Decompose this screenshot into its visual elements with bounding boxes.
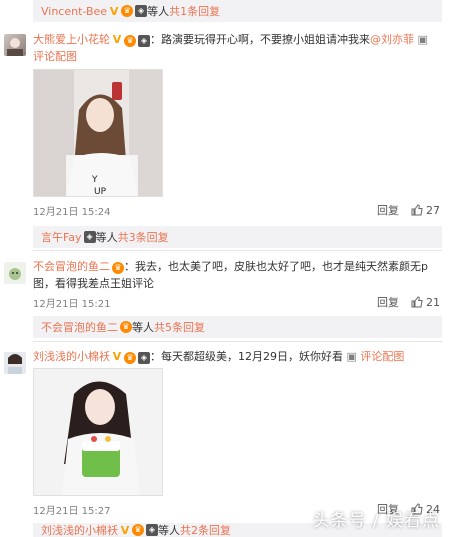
thumbs-up-icon — [411, 204, 423, 216]
verified-v-icon: V — [109, 4, 119, 18]
level-icon: ◈ — [138, 35, 150, 47]
verified-v-icon: V — [112, 33, 122, 46]
reply-button[interactable]: 回复 — [377, 294, 399, 310]
svg-text:UP: UP — [94, 187, 107, 197]
girl-cake-photo-image — [34, 369, 162, 495]
comment-photo[interactable]: Y UP — [33, 69, 163, 197]
comment-body: 大熊爱上小花轮 V ♛ ◈ ：路演要玩得开心啊，不要撩小姐姐请冲我来@刘亦菲 ▣ 评论配… — [33, 31, 438, 65]
divider — [33, 250, 442, 251]
reply-count-link[interactable]: 共5条回复 — [154, 319, 205, 335]
member-icon: ♛ — [120, 321, 132, 333]
comment-user-link[interactable]: 大熊爱上小花轮 — [33, 33, 110, 46]
reply-suffix: 等人 — [147, 5, 170, 18]
reply-summary-bar: 不会冒泡的鱼二 ♛ 等人 共5条回复 — [33, 316, 442, 338]
reply-user-link[interactable]: Vincent-Bee — [41, 5, 107, 18]
member-icon: ♛ — [124, 352, 136, 364]
reply-user-link[interactable]: 言午Fay — [41, 229, 82, 245]
avatar[interactable] — [4, 262, 26, 284]
comment-text: ：每天都超级美，12月29日，妖你好看 — [150, 350, 343, 363]
comment-actions: 回复 27 — [377, 202, 440, 218]
comment-time: 12月21日 15:24 — [33, 207, 111, 218]
avatar-image — [7, 38, 23, 56]
divider — [33, 341, 442, 342]
avatar[interactable] — [4, 34, 26, 56]
member-icon: ♛ — [112, 262, 124, 274]
reply-count-link[interactable]: 共3条回复 — [118, 229, 169, 245]
like-count: 21 — [426, 295, 440, 309]
like-button[interactable]: 27 — [411, 204, 440, 217]
member-icon: ♛ — [121, 5, 134, 17]
svg-text:Y: Y — [91, 175, 98, 185]
verified-v-icon: V — [120, 523, 130, 537]
reply-count-link[interactable]: 共1条回复 — [169, 3, 220, 19]
image-icon: ▣ — [417, 33, 428, 46]
member-icon: ♛ — [124, 35, 136, 47]
mention-link[interactable]: @刘亦菲 — [370, 33, 414, 46]
reply-count-link[interactable]: 共2条回复 — [180, 523, 231, 537]
level-icon: ◈ — [83, 231, 96, 243]
reply-summary-bar: Vincent-Bee V ♛ ◈ 等人 共1条回复 — [33, 0, 442, 22]
comment-user-link[interactable]: 刘浅浅的小棉袄 — [33, 350, 110, 363]
like-button[interactable]: 21 — [411, 296, 440, 309]
avatar-image — [4, 352, 26, 374]
girl-photo-image: Y UP — [34, 70, 162, 197]
level-icon: ◈ — [138, 352, 150, 364]
avatar-image — [4, 262, 26, 284]
reply-summary-bar: 言午Fay ◈ 等人 共3条回复 — [33, 226, 442, 248]
reply-suffix: 等人 — [158, 524, 180, 537]
comment-time: 12月21日 15:27 — [33, 506, 111, 517]
reply-suffix: 等人 — [132, 321, 154, 334]
comment-text: ：路演要玩得开心啊，不要撩小姐姐请冲我来 — [150, 33, 370, 46]
comment-body: 不会冒泡的鱼二 ♛ ：我去，也太美了吧，皮肤也太好了吧，也才是纯天然素颜无p图，看得… — [33, 258, 438, 292]
reply-suffix: 等人 — [95, 231, 118, 244]
comment-body: 刘浅浅的小棉袄 V ♛ ◈ ：每天都超级美，12月29日，妖你好看 ▣ 评论配图 — [33, 348, 438, 365]
view-image-link[interactable]: 评论配图 — [33, 50, 77, 63]
verified-v-icon: V — [112, 350, 122, 363]
comment-actions: 回复 21 — [377, 294, 440, 310]
level-icon: ◈ — [135, 5, 148, 17]
reply-button[interactable]: 回复 — [377, 202, 399, 218]
comment-photo[interactable] — [33, 368, 163, 496]
member-icon: ♛ — [132, 524, 144, 536]
view-image-link[interactable]: 评论配图 — [360, 350, 404, 363]
thumbs-up-icon — [411, 296, 423, 308]
level-icon: ◈ — [146, 524, 158, 536]
comment-user-link[interactable]: 不会冒泡的鱼二 — [33, 260, 110, 273]
like-count: 27 — [426, 203, 440, 217]
comment-time: 12月21日 15:21 — [33, 299, 111, 310]
reply-user-link[interactable]: 刘浅浅的小棉袄 — [41, 523, 118, 537]
watermark-text: 头条号 / 娱看点 — [312, 511, 440, 531]
reply-user-link[interactable]: 不会冒泡的鱼二 — [41, 319, 118, 335]
image-icon: ▣ — [346, 350, 357, 363]
avatar[interactable] — [4, 352, 26, 374]
